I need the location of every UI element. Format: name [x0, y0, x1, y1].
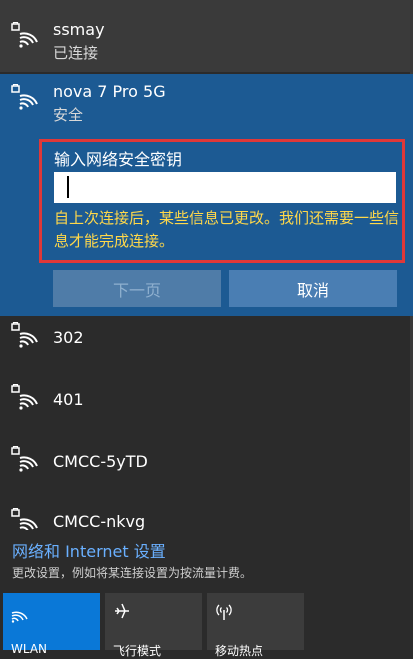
network-item[interactable]: CMCC-nkvg — [0, 502, 413, 530]
network-settings-link[interactable]: 网络和 Internet 设置 — [12, 538, 166, 562]
network-security: 安全 — [53, 106, 84, 124]
security-key-input[interactable] — [54, 172, 396, 203]
network-item[interactable]: 401 — [0, 378, 413, 440]
network-name: CMCC-nkvg — [53, 512, 146, 530]
secured-wifi-icon — [10, 22, 40, 48]
airplane-icon — [112, 601, 132, 625]
secured-wifi-icon — [10, 508, 40, 530]
network-name: ssmay — [53, 20, 105, 39]
tile-label: WLAN — [11, 642, 48, 656]
secured-wifi-icon — [10, 84, 40, 110]
network-item[interactable]: 302 — [0, 316, 413, 378]
wifi-icon — [10, 605, 30, 627]
network-name: 302 — [53, 328, 84, 347]
secured-wifi-icon — [10, 322, 40, 348]
next-button[interactable]: 下一页 — [53, 270, 221, 307]
mobile-hotspot-tile[interactable]: 移动热点 — [207, 593, 304, 658]
settings-description: 更改设置，例如将某连接设置为按流量计费。 — [12, 566, 253, 580]
network-name: 401 — [53, 390, 84, 409]
secured-wifi-icon — [10, 384, 40, 410]
tile-label: 移动热点 — [215, 644, 264, 658]
warning-message: 自上次连接后，某些信息已更改。我们还需要一些信息才能完成连接。 — [54, 209, 400, 250]
cancel-button[interactable]: 取消 — [229, 270, 397, 307]
hotspot-icon — [214, 601, 234, 625]
network-item-ssmay[interactable]: ssmay 已连接 — [0, 0, 413, 72]
wlan-toggle-tile[interactable]: WLAN — [3, 593, 100, 656]
tile-label: 飞行模式 — [113, 644, 162, 658]
network-name: nova 7 Pro 5G — [53, 82, 166, 101]
secured-wifi-icon — [10, 446, 40, 472]
airplane-mode-tile[interactable]: 飞行模式 — [105, 593, 202, 658]
network-item[interactable]: CMCC-5yTD — [0, 440, 413, 502]
key-prompt: 输入网络安全密钥 — [54, 150, 183, 169]
network-name: CMCC-5yTD — [53, 452, 148, 471]
network-status: 已连接 — [53, 44, 99, 62]
text-caret — [67, 176, 69, 198]
